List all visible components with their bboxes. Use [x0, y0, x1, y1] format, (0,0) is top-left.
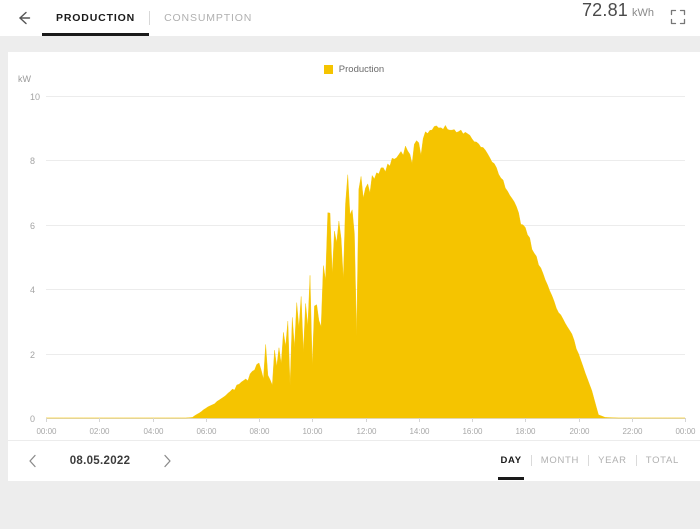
- svg-text:06:00: 06:00: [196, 427, 217, 436]
- svg-text:12:00: 12:00: [356, 427, 377, 436]
- period-day-label: DAY: [500, 455, 522, 466]
- svg-text:8: 8: [30, 156, 35, 166]
- svg-text:00:00: 00:00: [36, 427, 57, 436]
- chart-y-tick-labels: 0 2 4 6 8 10: [30, 92, 40, 424]
- svg-text:2: 2: [30, 350, 35, 360]
- svg-text:20:00: 20:00: [569, 427, 590, 436]
- tab-consumption-label: CONSUMPTION: [164, 12, 253, 24]
- period-year[interactable]: YEAR: [589, 441, 636, 480]
- back-button[interactable]: [12, 6, 36, 30]
- tab-production-label: PRODUCTION: [56, 12, 136, 24]
- svg-text:14:00: 14:00: [409, 427, 430, 436]
- chevron-left-icon: [25, 453, 41, 469]
- fullscreen-icon: [670, 9, 688, 25]
- period-total[interactable]: TOTAL: [637, 441, 688, 480]
- svg-text:6: 6: [30, 221, 35, 231]
- svg-text:0: 0: [30, 414, 35, 424]
- svg-text:18:00: 18:00: [515, 427, 536, 436]
- svg-text:04:00: 04:00: [143, 427, 164, 436]
- period-total-label: TOTAL: [645, 455, 679, 466]
- svg-text:10:00: 10:00: [302, 427, 323, 436]
- previous-day-button[interactable]: [16, 444, 50, 478]
- chart-area-series: [46, 124, 685, 419]
- production-area-chart[interactable]: 0 2 4 6 8 10 00:00 02:00 04:00 06:00 08:00 10:00 12…: [8, 52, 700, 477]
- svg-text:00:00: 00:00: [675, 427, 696, 436]
- chart-card: Production kW 0 2 4 6 8 10 00:00 02:00 04:00 06:…: [8, 52, 700, 477]
- next-day-button[interactable]: [150, 444, 184, 478]
- period-month-label: MONTH: [540, 455, 580, 466]
- period-year-label: YEAR: [598, 455, 627, 466]
- svg-text:16:00: 16:00: [462, 427, 483, 436]
- fullscreen-button[interactable]: [670, 9, 688, 27]
- arrow-left-icon: [15, 9, 33, 27]
- footer-bar: 08.05.2022 DAY MONTH YEAR TOTAL: [8, 440, 700, 481]
- chart-svg: 0 2 4 6 8 10 00:00 02:00 04:00 06:00 08:00 10:00 12…: [30, 92, 696, 436]
- svg-text:02:00: 02:00: [89, 427, 110, 436]
- period-month[interactable]: MONTH: [532, 441, 588, 480]
- period-day[interactable]: DAY: [491, 441, 530, 480]
- chart-x-tick-labels: 00:00 02:00 04:00 06:00 08:00 10:00 12:00 14:00…: [36, 427, 696, 436]
- period-selector: DAY MONTH YEAR TOTAL: [491, 441, 688, 480]
- date-navigator: 08.05.2022: [16, 441, 184, 480]
- view-tabs: PRODUCTION CONSUMPTION: [42, 0, 266, 36]
- svg-text:4: 4: [30, 285, 35, 295]
- svg-text:10: 10: [30, 92, 40, 102]
- header-bar: PRODUCTION CONSUMPTION 72.81 kWh: [0, 0, 700, 36]
- total-energy-value: 72.81: [581, 0, 628, 20]
- solar-dashboard: PRODUCTION CONSUMPTION 72.81 kWh Product…: [0, 0, 700, 529]
- tab-production[interactable]: PRODUCTION: [42, 0, 150, 36]
- tab-consumption[interactable]: CONSUMPTION: [150, 0, 266, 36]
- svg-text:08:00: 08:00: [249, 427, 270, 436]
- total-energy-unit: kWh: [632, 7, 654, 19]
- total-energy-readout: 72.81 kWh: [582, 0, 654, 36]
- chevron-right-icon: [159, 453, 175, 469]
- current-date-label[interactable]: 08.05.2022: [50, 455, 150, 467]
- svg-text:22:00: 22:00: [622, 427, 643, 436]
